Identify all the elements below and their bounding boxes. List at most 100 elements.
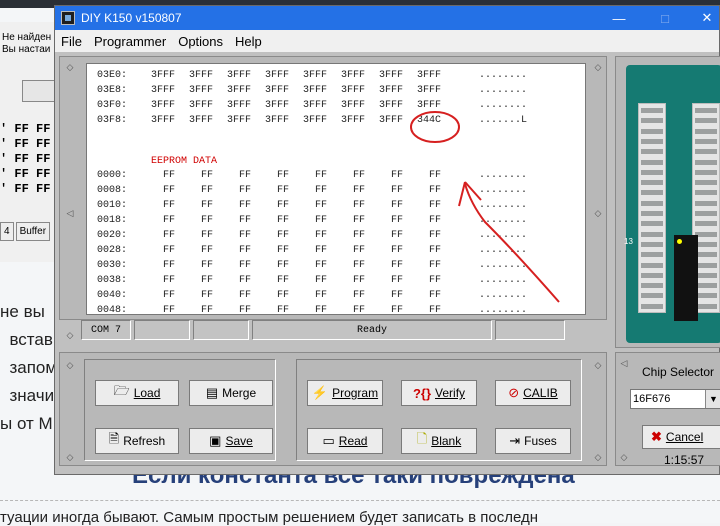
chip-select[interactable]: 16F676 ▼: [630, 389, 720, 409]
background-hex-row: ' FF FF: [0, 182, 51, 196]
title-bar[interactable]: DIY K150 v150807 — □ ✕: [55, 6, 719, 30]
collapse-right-icon[interactable]: ◇: [592, 207, 604, 219]
verify-button[interactable]: ?{} Verify: [401, 380, 477, 406]
chevron-down-icon[interactable]: ▼: [705, 390, 720, 408]
hex-value: FF: [163, 215, 176, 226]
k150-window: DIY K150 v150807 — □ ✕ File Programmer O…: [54, 5, 720, 475]
hex-value: FF: [391, 230, 404, 241]
hex-value: 3FFF: [151, 70, 176, 81]
background-tab: Buffer: [15, 222, 51, 241]
collapse-left-icon[interactable]: ◁: [64, 207, 76, 219]
load-button[interactable]: 🗁 Load: [95, 380, 179, 406]
collapse-down-icon[interactable]: ◇: [618, 451, 630, 463]
hex-value: 344C: [417, 115, 442, 126]
window-title: DIY K150 v150807: [81, 11, 182, 25]
action-panel: 🗁 Load ▤ Merge 🗎 Refresh ▣ Save ⚡ Program ?{}…: [59, 352, 607, 466]
hex-value: 3FFF: [189, 100, 214, 111]
hex-value: 3FFF: [151, 115, 176, 126]
hex-value: FF: [201, 185, 214, 196]
hex-value: FF: [239, 275, 252, 286]
status-progress: [495, 320, 565, 340]
background-hex-row: ' FF FF: [0, 167, 51, 181]
socket-pin: [695, 118, 717, 124]
hex-value: FF: [201, 215, 214, 226]
hex-value: 3FFF: [303, 85, 328, 96]
socket-pin: [641, 211, 663, 216]
hex-value: 3FFF: [227, 70, 252, 81]
collapse-up-icon[interactable]: ◇: [64, 61, 76, 73]
socket-pin: [695, 283, 717, 289]
socket-pin: [695, 149, 717, 155]
background-tabs: 4 Buffer: [0, 222, 51, 241]
hex-view[interactable]: 03E0: 3FFF 3FFF 3FFF 3FFF 3FFF 3FFF 3FFF 3FFF...…: [86, 63, 586, 315]
hex-value: FF: [201, 275, 214, 286]
collapse-right-icon[interactable]: ◇: [592, 451, 604, 463]
merge-button[interactable]: ▤ Merge: [189, 380, 273, 406]
hex-value: FF: [315, 275, 328, 286]
collapse-left-icon[interactable]: ◁: [618, 357, 630, 369]
menu-help[interactable]: Help: [229, 34, 268, 49]
menu-programmer[interactable]: Programmer: [88, 34, 172, 49]
background-paragraph-line: не вы: [0, 302, 45, 321]
merge-label: Merge: [222, 386, 257, 400]
hex-value: FF: [315, 260, 328, 271]
hex-value: FF: [315, 305, 328, 315]
background-paragraph-line: запом: [0, 358, 58, 377]
chip-selected-value: 16F676: [633, 393, 671, 405]
socket-pin: [695, 190, 717, 196]
socket-pin: [695, 221, 717, 227]
hex-ascii: ........: [479, 185, 528, 196]
background-dialog-line: Не найден: [2, 32, 52, 43]
hex-value: FF: [429, 290, 442, 301]
maximize-button[interactable]: □: [645, 6, 685, 30]
hex-value: FF: [429, 170, 442, 181]
eeprom-label: EEPROM DATA: [151, 156, 218, 167]
chip-pin1-dot: [677, 239, 682, 244]
calib-button[interactable]: ⊘ CALIB: [495, 380, 571, 406]
collapse-down-icon[interactable]: ◇: [64, 451, 76, 463]
hex-ascii: ........: [479, 275, 528, 286]
collapse-up-icon[interactable]: ◇: [64, 359, 76, 371]
annotation-arrow-head: [458, 181, 482, 207]
hex-value: 3FFF: [151, 100, 176, 111]
menu-options[interactable]: Options: [172, 34, 229, 49]
read-button[interactable]: ▭ Read: [307, 428, 383, 454]
minimize-button[interactable]: —: [599, 6, 639, 30]
collapse-right-icon[interactable]: ◇: [592, 61, 604, 73]
hex-value: 3FFF: [341, 100, 366, 111]
background-dialog-button: [22, 80, 58, 102]
verify-label: Verify: [435, 386, 466, 400]
collapse-right-icon[interactable]: ◇: [592, 359, 604, 371]
hex-value: FF: [353, 215, 366, 226]
menu-file[interactable]: File: [55, 34, 88, 49]
socket-pin: [641, 221, 663, 227]
cancel-button[interactable]: ✖ Cancel: [642, 425, 720, 449]
hex-value: FF: [277, 200, 290, 211]
hex-ascii: ........: [479, 215, 528, 226]
socket-pin: [695, 262, 717, 268]
hex-value: FF: [163, 290, 176, 301]
hex-value: FF: [163, 170, 176, 181]
hex-value: FF: [391, 185, 404, 196]
hex-address: 0040:: [97, 290, 128, 301]
blank-button[interactable]: 🗋 Blank: [401, 428, 477, 454]
hex-value: FF: [201, 245, 214, 256]
program-icon: ⚡: [311, 385, 329, 400]
socket-pin: [641, 118, 663, 124]
refresh-button[interactable]: 🗎 Refresh: [95, 428, 179, 454]
program-button[interactable]: ⚡ Program: [307, 380, 383, 406]
save-button[interactable]: ▣ Save: [189, 428, 273, 454]
socket-pin: [695, 169, 717, 175]
socket-pin: [641, 241, 663, 247]
hex-value: FF: [353, 275, 366, 286]
hex-value: FF: [277, 170, 290, 181]
fuses-button[interactable]: ⇥ Fuses: [495, 428, 571, 454]
hex-value: FF: [315, 230, 328, 241]
hex-value: 3FFF: [379, 70, 404, 81]
socket-pin: [695, 211, 717, 216]
collapse-down-icon[interactable]: ◇: [64, 329, 76, 341]
status-cell: [134, 320, 190, 340]
hex-value: 3FFF: [303, 115, 328, 126]
hex-value: FF: [163, 260, 176, 271]
close-button[interactable]: ✕: [687, 6, 720, 30]
